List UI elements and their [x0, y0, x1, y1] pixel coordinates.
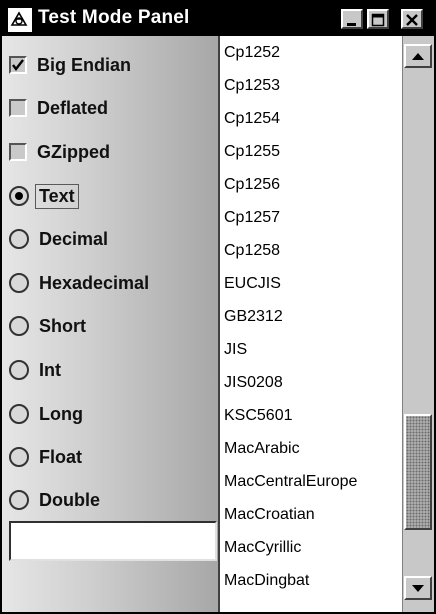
encoding-list[interactable]: Cp1252 Cp1253 Cp1254 Cp1255 Cp1256 Cp125…: [220, 36, 402, 612]
checkbox-box[interactable]: [9, 143, 27, 161]
short-label: Short: [39, 315, 86, 336]
float-radio[interactable]: Float: [9, 445, 82, 469]
deflated-checkbox[interactable]: Deflated: [9, 96, 108, 120]
list-item[interactable]: MacArabic: [220, 432, 402, 465]
window-icon[interactable]: [8, 8, 32, 32]
big-endian-label: Big Endian: [37, 54, 131, 75]
radio-icon[interactable]: [9, 229, 29, 249]
vertical-scrollbar[interactable]: [402, 36, 434, 612]
arrow-up-icon: [412, 53, 424, 60]
minimize-icon: [347, 23, 356, 26]
scroll-down-button[interactable]: [404, 576, 432, 600]
big-endian-checkbox[interactable]: Big Endian: [9, 53, 131, 77]
radio-selected-icon[interactable]: [9, 186, 29, 206]
radio-icon[interactable]: [9, 316, 29, 336]
radio-icon[interactable]: [9, 490, 29, 510]
list-item[interactable]: MacCroatian: [220, 498, 402, 531]
list-item[interactable]: Cp1257: [220, 201, 402, 234]
radio-icon[interactable]: [9, 404, 29, 424]
text-radio[interactable]: Text: [9, 183, 79, 209]
scroll-thumb[interactable]: [404, 414, 432, 530]
gzipped-label: GZipped: [37, 141, 110, 162]
gzipped-checkbox[interactable]: GZipped: [9, 140, 110, 164]
decimal-radio[interactable]: Decimal: [9, 227, 108, 251]
scroll-up-button[interactable]: [404, 44, 432, 68]
short-radio[interactable]: Short: [9, 314, 86, 338]
list-item[interactable]: Cp1258: [220, 234, 402, 267]
double-radio[interactable]: Double: [9, 488, 100, 512]
radio-icon[interactable]: [9, 360, 29, 380]
list-item[interactable]: JIS: [220, 333, 402, 366]
close-icon: [406, 14, 418, 26]
list-item[interactable]: EUCJIS: [220, 267, 402, 300]
deflated-label: Deflated: [37, 97, 109, 118]
title-bar[interactable]: Test Mode Panel: [2, 2, 434, 36]
list-item[interactable]: Cp1253: [220, 69, 402, 102]
test-mode-panel-window: Test Mode Panel Big Endian Deflated GZip…: [0, 0, 436, 614]
maximize-button[interactable]: [367, 9, 389, 29]
list-item[interactable]: GB2312: [220, 300, 402, 333]
minimize-button[interactable]: [341, 9, 363, 29]
hexadecimal-label: Hexadecimal: [39, 272, 150, 293]
maximize-icon: [371, 13, 385, 27]
list-item[interactable]: JIS0208: [220, 366, 402, 399]
text-input[interactable]: [9, 521, 217, 561]
double-label: Double: [39, 489, 100, 510]
check-icon[interactable]: [9, 56, 27, 74]
list-item[interactable]: Cp1255: [220, 135, 402, 168]
long-radio[interactable]: Long: [9, 402, 83, 426]
list-item[interactable]: Cp1254: [220, 102, 402, 135]
float-label: Float: [39, 446, 82, 467]
list-item[interactable]: MacCyrillic: [220, 531, 402, 564]
int-label: Int: [39, 359, 61, 380]
list-item[interactable]: MacDingbat: [220, 564, 402, 597]
checkbox-box[interactable]: [9, 99, 27, 117]
decimal-label: Decimal: [39, 228, 109, 249]
radio-icon[interactable]: [9, 447, 29, 467]
list-item[interactable]: MacCentralEurope: [220, 465, 402, 498]
hexadecimal-radio[interactable]: Hexadecimal: [9, 271, 149, 295]
list-item[interactable]: Cp1252: [220, 36, 402, 69]
long-label: Long: [39, 403, 83, 424]
arrow-down-icon: [412, 585, 424, 592]
int-radio[interactable]: Int: [9, 358, 61, 382]
list-item[interactable]: KSC5601: [220, 399, 402, 432]
radio-icon[interactable]: [9, 273, 29, 293]
window-title: Test Mode Panel: [38, 7, 190, 28]
encoding-list-pane: Cp1252 Cp1253 Cp1254 Cp1255 Cp1256 Cp125…: [218, 36, 434, 612]
text-label: Text: [35, 183, 79, 209]
list-item[interactable]: Cp1256: [220, 168, 402, 201]
close-button[interactable]: [401, 9, 423, 29]
